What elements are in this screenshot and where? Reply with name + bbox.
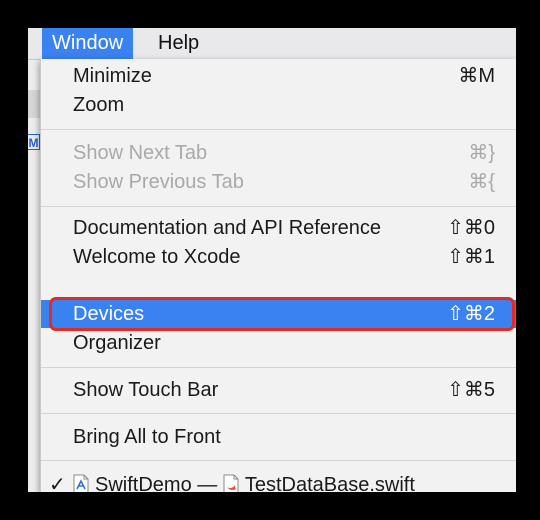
- menu-item-label: Show Touch Bar: [73, 379, 219, 401]
- window-entry-separator: —: [197, 474, 218, 492]
- menu-item-label: Welcome to Xcode: [73, 246, 241, 268]
- menu-separator: [41, 367, 516, 368]
- menu-item-label: Minimize: [73, 65, 152, 87]
- menu-item-label: Documentation and API Reference: [73, 217, 381, 239]
- menu-item-zoom[interactable]: Zoom: [41, 91, 516, 119]
- menu-item-label: Show Next Tab: [73, 142, 208, 164]
- menu-item-shortcut: ⇧⌘5: [447, 379, 495, 401]
- menu-item-window-swiftdemo[interactable]: ✓ SwiftDemo — TestDataBase.swift: [41, 471, 516, 492]
- menubar-help[interactable]: Help: [148, 28, 209, 59]
- window-entry-file: TestDataBase.swift: [244, 474, 415, 492]
- devices-highlight-annotation: [49, 297, 515, 331]
- menu-item-shortcut: ⌘M: [458, 65, 495, 87]
- menu-item-show-previous-tab: Show Previous Tab ⌘{: [41, 168, 516, 196]
- menu-separator: [41, 206, 516, 207]
- menu-item-label: Zoom: [73, 94, 125, 116]
- menu-separator: [41, 129, 516, 130]
- menu-separator: [41, 460, 516, 461]
- menu-item-bring-all-to-front[interactable]: Bring All to Front: [41, 423, 516, 451]
- menu-item-organizer[interactable]: Organizer: [41, 329, 516, 357]
- window-entry-project: SwiftDemo: [95, 474, 192, 492]
- screen: Window Help M Minimize ⌘M Zoom Show Next…: [28, 28, 516, 492]
- menu-separator: [41, 413, 516, 414]
- menu-item-label: Bring All to Front: [73, 426, 221, 448]
- swift-file-icon: [223, 474, 239, 492]
- menu-item-shortcut: ⇧⌘0: [447, 217, 495, 239]
- window-entry-label: SwiftDemo — TestDataBase.swift: [73, 471, 415, 492]
- menu-item-show-touch-bar[interactable]: Show Touch Bar ⇧⌘5: [41, 376, 516, 404]
- menu-item-label: Organizer: [73, 332, 161, 354]
- window-menu: Minimize ⌘M Zoom Show Next Tab ⌘} Show P…: [40, 59, 516, 492]
- menu-item-minimize[interactable]: Minimize ⌘M: [41, 62, 516, 90]
- menu-item-welcome-to-xcode[interactable]: Welcome to Xcode ⇧⌘1: [41, 243, 516, 271]
- xcode-project-icon: [73, 474, 89, 492]
- checkmark-icon: ✓: [49, 474, 66, 492]
- menu-item-show-next-tab: Show Next Tab ⌘}: [41, 139, 516, 167]
- menu-item-shortcut: ⇧⌘1: [447, 246, 495, 268]
- menubar-window[interactable]: Window: [42, 28, 134, 59]
- menu-item-shortcut: ⌘}: [468, 142, 495, 164]
- menu-item-documentation[interactable]: Documentation and API Reference ⇧⌘0: [41, 214, 516, 242]
- menu-bar: Window Help: [28, 28, 516, 60]
- menu-item-shortcut: ⌘{: [468, 171, 495, 193]
- menu-item-label: Show Previous Tab: [73, 171, 244, 193]
- background-window-fragment: M: [28, 134, 40, 150]
